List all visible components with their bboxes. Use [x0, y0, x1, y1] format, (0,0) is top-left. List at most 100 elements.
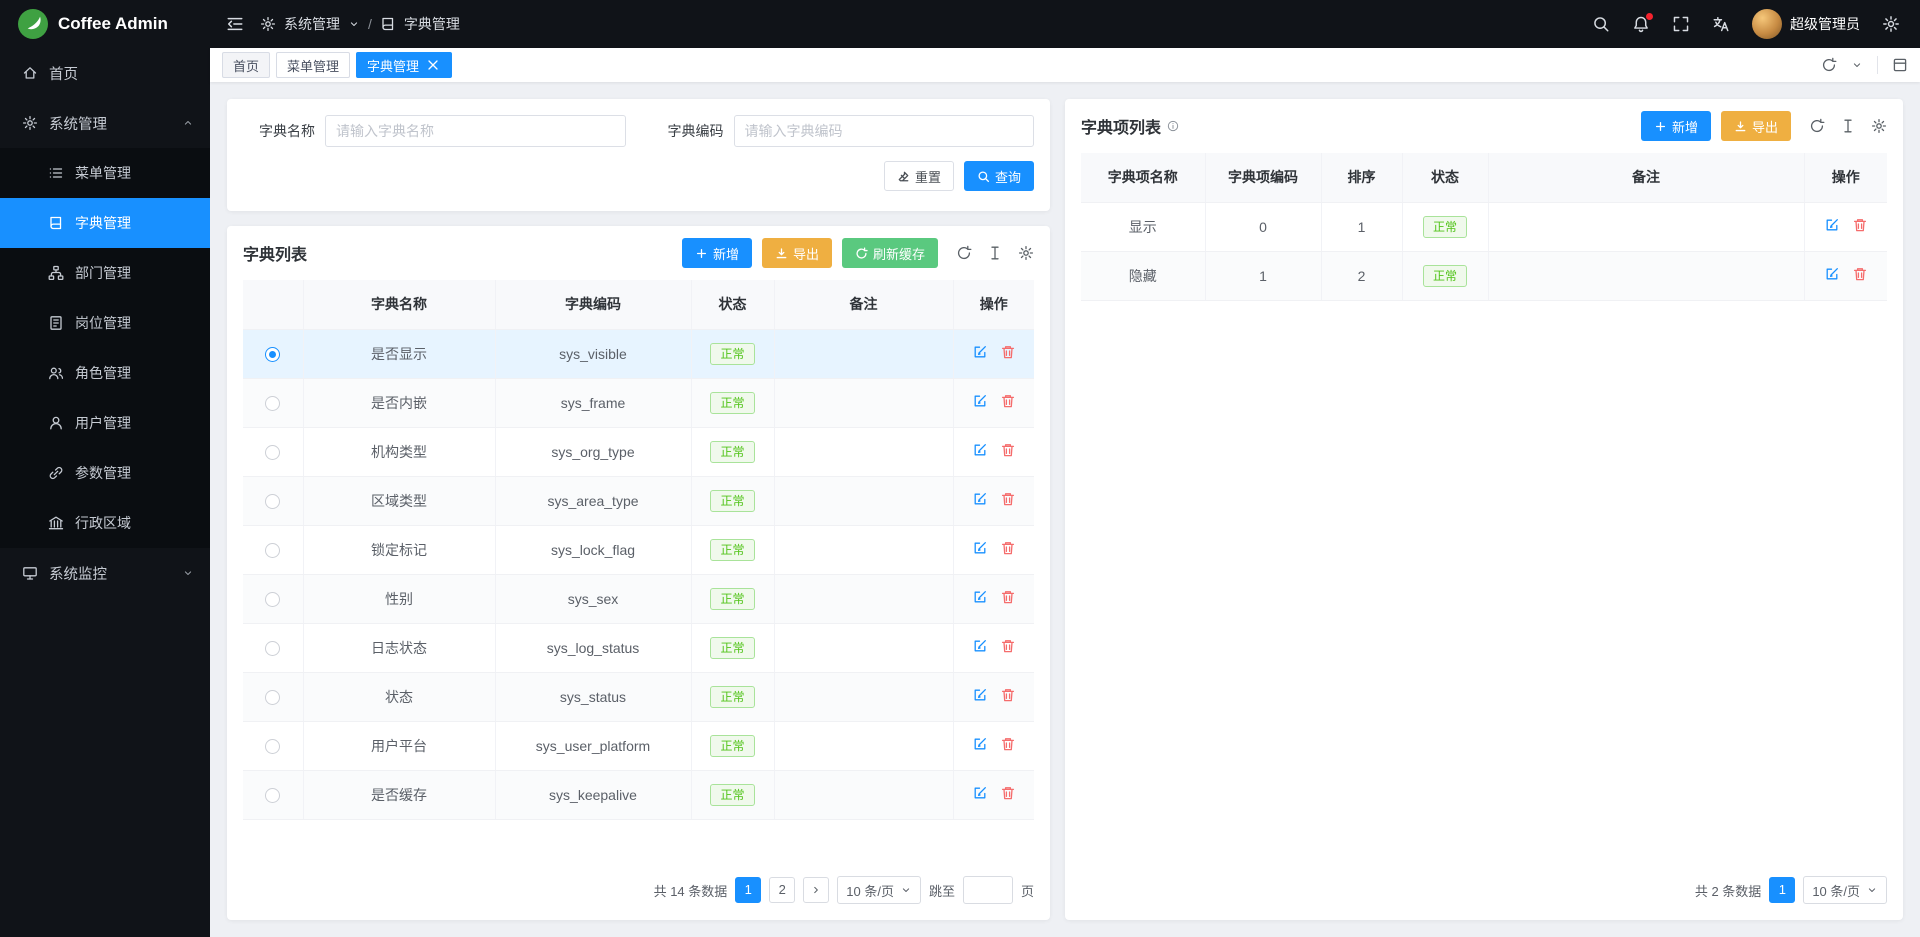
page-size-select[interactable]: 10 条/页 [1803, 876, 1887, 904]
sidebar-item-region-management[interactable]: 行政区域 [0, 498, 210, 548]
notifications-button[interactable] [1632, 15, 1650, 33]
sidebar-item-user-management[interactable]: 用户管理 [0, 398, 210, 448]
edit-icon[interactable] [972, 442, 988, 458]
table-row[interactable]: 日志状态 sys_log_status 正常 [243, 623, 1034, 672]
tab-home[interactable]: 首页 [222, 52, 270, 78]
info-icon[interactable] [1167, 120, 1179, 132]
table-row[interactable]: 锁定标记 sys_lock_flag 正常 [243, 525, 1034, 574]
close-icon[interactable] [425, 57, 441, 73]
sidebar-item-menu-management[interactable]: 菜单管理 [0, 148, 210, 198]
row-radio[interactable] [265, 494, 280, 509]
refresh-cache-button[interactable]: 刷新缓存 [842, 238, 938, 268]
settings-gear-icon[interactable] [1882, 15, 1900, 33]
table-row[interactable]: 机构类型 sys_org_type 正常 [243, 427, 1034, 476]
delete-icon[interactable] [1000, 491, 1016, 507]
row-radio[interactable] [265, 739, 280, 754]
delete-icon[interactable] [1000, 442, 1016, 458]
row-radio[interactable] [265, 641, 280, 656]
chevron-down-icon[interactable] [348, 18, 360, 30]
row-radio[interactable] [265, 347, 280, 362]
table-row[interactable]: 是否内嵌 sys_frame 正常 [243, 378, 1034, 427]
sidebar-item-system-monitor[interactable]: 系统监控 [0, 548, 210, 598]
table-row[interactable]: 是否显示 sys_visible 正常 [243, 329, 1034, 378]
add-dict-button[interactable]: 新增 [682, 238, 752, 268]
edit-icon[interactable] [972, 540, 988, 556]
table-settings-gear-icon[interactable] [1018, 245, 1034, 261]
translate-icon[interactable] [1712, 15, 1730, 33]
sidebar-item-post-management[interactable]: 岗位管理 [0, 298, 210, 348]
sidebar-item-system-management[interactable]: 系统管理 [0, 98, 210, 148]
dict-name-input[interactable] [325, 115, 626, 147]
edit-icon[interactable] [972, 589, 988, 605]
table-row[interactable]: 区域类型 sys_area_type 正常 [243, 476, 1034, 525]
table-row[interactable]: 是否缓存 sys_keepalive 正常 [243, 770, 1034, 819]
sidebar-item-dict-management[interactable]: 字典管理 [0, 198, 210, 248]
delete-icon[interactable] [1000, 393, 1016, 409]
user-menu[interactable]: 超级管理员 [1752, 9, 1860, 39]
app-logo[interactable]: Coffee Admin [0, 0, 210, 48]
breadcrumb-page[interactable]: 字典管理 [404, 14, 460, 34]
column-header: 字典名称 [303, 280, 495, 329]
layout-icon[interactable] [1892, 57, 1908, 73]
refresh-table-icon[interactable] [956, 245, 972, 261]
query-button[interactable]: 查询 [964, 161, 1034, 191]
edit-icon[interactable] [1824, 217, 1840, 233]
table-row[interactable]: 隐藏 1 2 正常 [1081, 251, 1887, 300]
delete-icon[interactable] [1000, 736, 1016, 752]
edit-icon[interactable] [1824, 266, 1840, 282]
edit-icon[interactable] [972, 736, 988, 752]
row-radio[interactable] [265, 396, 280, 411]
delete-icon[interactable] [1000, 687, 1016, 703]
edit-icon[interactable] [972, 344, 988, 360]
table-row[interactable]: 用户平台 sys_user_platform 正常 [243, 721, 1034, 770]
edit-icon[interactable] [972, 491, 988, 507]
next-page-button[interactable] [803, 877, 829, 903]
reset-button[interactable]: 重置 [884, 161, 954, 191]
tab-menu-management[interactable]: 菜单管理 [276, 52, 350, 78]
row-radio[interactable] [265, 543, 280, 558]
edit-icon[interactable] [972, 785, 988, 801]
column-settings-icon[interactable] [1840, 118, 1856, 134]
search-icon[interactable] [1592, 15, 1610, 33]
breadcrumb-section[interactable]: 系统管理 [284, 14, 340, 34]
row-radio[interactable] [265, 788, 280, 803]
table-row[interactable]: 性别 sys_sex 正常 [243, 574, 1034, 623]
dict-name-label: 字典名称 [243, 121, 315, 141]
export-dict-button[interactable]: 导出 [762, 238, 832, 268]
chevron-down-icon[interactable] [1851, 59, 1863, 71]
edit-icon[interactable] [972, 393, 988, 409]
page-size-select[interactable]: 10 条/页 [837, 876, 921, 904]
sidebar-item-home[interactable]: 首页 [0, 48, 210, 98]
column-settings-icon[interactable] [987, 245, 1003, 261]
refresh-table-icon[interactable] [1809, 118, 1825, 134]
sidebar-item-param-management[interactable]: 参数管理 [0, 448, 210, 498]
add-dict-item-button[interactable]: 新增 [1641, 111, 1711, 141]
tab-dict-management[interactable]: 字典管理 [356, 52, 452, 78]
export-dict-item-button[interactable]: 导出 [1721, 111, 1791, 141]
delete-icon[interactable] [1000, 540, 1016, 556]
sidebar-item-role-management[interactable]: 角色管理 [0, 348, 210, 398]
refresh-icon[interactable] [1821, 57, 1837, 73]
collapse-sidebar-icon[interactable] [226, 15, 244, 33]
delete-icon[interactable] [1000, 785, 1016, 801]
delete-icon[interactable] [1000, 344, 1016, 360]
row-radio[interactable] [265, 592, 280, 607]
page-button-1[interactable]: 1 [1769, 877, 1795, 903]
fullscreen-icon[interactable] [1672, 15, 1690, 33]
table-settings-gear-icon[interactable] [1871, 118, 1887, 134]
edit-icon[interactable] [972, 687, 988, 703]
page-button-2[interactable]: 2 [769, 877, 795, 903]
table-row[interactable]: 状态 sys_status 正常 [243, 672, 1034, 721]
delete-icon[interactable] [1852, 217, 1868, 233]
table-row[interactable]: 显示 0 1 正常 [1081, 202, 1887, 251]
row-radio[interactable] [265, 445, 280, 460]
edit-icon[interactable] [972, 638, 988, 654]
delete-icon[interactable] [1000, 589, 1016, 605]
jump-page-input[interactable] [963, 876, 1013, 904]
delete-icon[interactable] [1000, 638, 1016, 654]
page-button-1[interactable]: 1 [735, 877, 761, 903]
dict-code-input[interactable] [734, 115, 1035, 147]
row-radio[interactable] [265, 690, 280, 705]
sidebar-item-dept-management[interactable]: 部门管理 [0, 248, 210, 298]
delete-icon[interactable] [1852, 266, 1868, 282]
